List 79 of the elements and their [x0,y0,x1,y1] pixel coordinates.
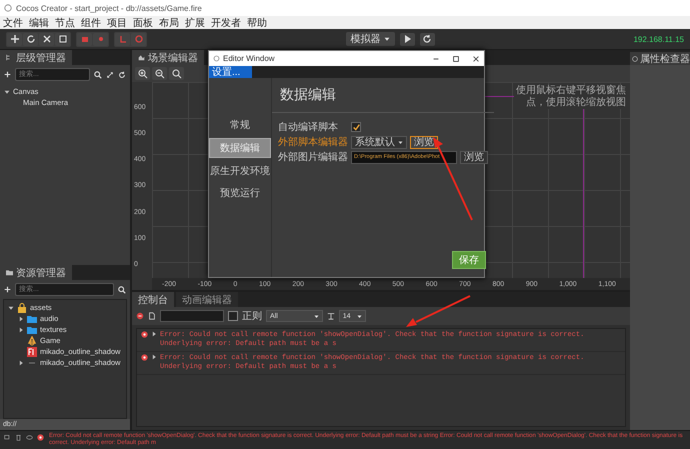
menu-item[interactable]: 编辑 [29,16,49,30]
scene-icon [27,336,37,346]
menu-item[interactable]: 节点 [55,16,75,30]
add-icon [4,286,11,293]
lock-icon [17,302,27,312]
clear-icon [136,312,144,320]
menu-item[interactable]: 组件 [81,16,101,30]
caret-down-icon [4,88,10,94]
settings-nav-item[interactable]: 常规 [209,116,271,134]
setting-label: 外部脚本编辑器 [278,136,348,149]
setting-label: 外部图片编辑器 [278,150,348,164]
settings-nav-item[interactable]: 原生开发环境 [209,162,271,180]
trash-icon [15,434,22,441]
window-title: Cocos Creator - start_project - db://assets/Game.fire [16,4,202,12]
caret-right-icon [18,360,24,366]
collapse-icon [106,70,114,78]
menu-item[interactable]: 布局 [159,16,179,30]
caret-down-icon [356,314,362,318]
panel-tab[interactable]: 属性检查器 [630,52,690,65]
caret-right-icon [151,331,157,337]
search-icon [118,286,126,294]
search-icon [94,70,102,78]
panel-tab[interactable]: 资源管理器 [0,265,72,280]
close-icon [472,54,480,62]
error-icon [141,354,148,361]
zoom-in-icon[interactable] [135,67,150,80]
scale-tool-icon[interactable] [39,32,54,46]
play-icon[interactable] [400,32,415,46]
refresh-icon [118,70,126,78]
caret-down-icon [8,304,14,310]
panel-tab[interactable]: 层级管理器 [0,50,72,65]
browse-button[interactable]: 浏览 [410,136,438,148]
app-icon [4,4,12,12]
font-size-icon [326,312,335,320]
font-file-icon [27,346,37,356]
ip-address: 192.168.11.15 [633,34,684,44]
maximize-icon [452,54,460,62]
menu-item[interactable]: 开发者 [211,16,241,30]
dash-icon [27,360,37,366]
simulator-dropdown[interactable]: 模拟器 [346,32,395,46]
menu-item[interactable]: 扩展 [185,16,205,30]
move-tool-icon[interactable] [7,32,22,46]
rotate-tool-icon[interactable] [23,32,38,46]
panel-tab[interactable]: 动画编辑器 [176,292,238,307]
zoom-out-icon[interactable] [152,67,167,80]
annotation-arrow [406,295,470,327]
caret-down-icon [398,140,403,144]
setting-label: 自动编译脚本 [278,120,339,134]
caret-right-icon [151,354,157,360]
menu-item[interactable]: 帮助 [247,16,267,30]
caret-down-icon [314,314,319,318]
menu-item[interactable]: 文件 [3,16,23,30]
zoom-reset-icon[interactable] [169,67,184,80]
refresh-icon[interactable] [420,32,435,46]
menu-item[interactable]: 面板 [133,16,153,30]
window-tab[interactable]: 设置... [209,66,252,78]
scene-hint: 使用鼠标右键平移视窗焦点，使用滚轮缩放视图 [514,85,626,109]
add-icon [4,71,11,78]
menu-item[interactable]: 项目 [107,16,127,30]
window-title: Editor Window [223,54,275,63]
folder-icon [6,269,13,276]
panel-tab[interactable]: 控制台 [132,292,174,307]
browse-button[interactable]: 浏览 [460,150,488,164]
section-heading: 数据编辑 [272,78,494,113]
settings-nav-item[interactable]: 预览运行 [209,184,271,202]
eye-icon [26,434,33,441]
checkbox-label: 正则 [242,310,262,323]
app-icon [213,55,220,62]
error-icon [141,331,148,338]
error-icon [37,434,44,441]
scene-icon [138,54,145,61]
caret-down-icon [384,36,390,42]
panel-tab[interactable]: 场景编辑器 [132,50,204,65]
rect-tool-icon[interactable] [55,32,70,46]
regex-checkbox[interactable] [228,311,238,321]
file-icon [148,312,156,320]
editor-select[interactable]: 系统默认 [351,136,407,148]
filter-field[interactable] [160,310,224,322]
checkbox[interactable] [351,122,361,132]
